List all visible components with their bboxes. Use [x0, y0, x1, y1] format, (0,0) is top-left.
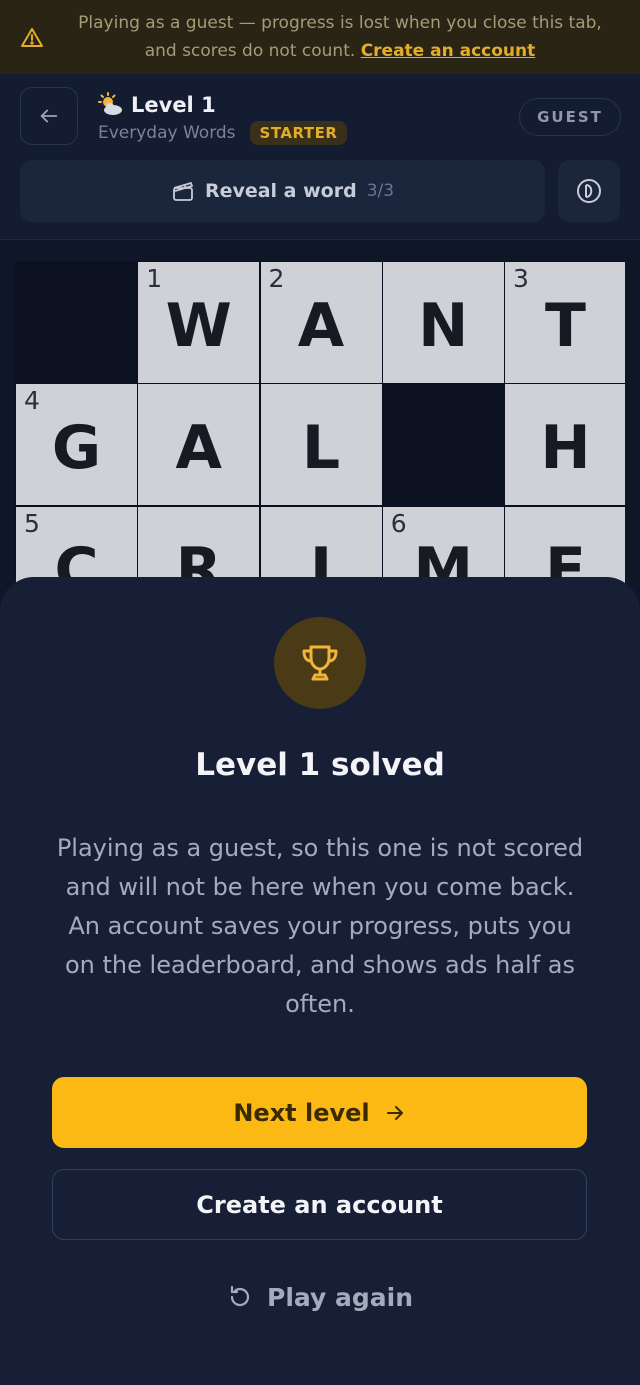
warning-icon	[21, 28, 43, 47]
back-button[interactable]	[20, 87, 78, 145]
cell-letter: N	[418, 290, 469, 361]
grid-cell[interactable]: 1W	[138, 262, 260, 383]
reveal-word-count: 3/3	[366, 181, 395, 201]
trophy-badge	[274, 617, 366, 709]
create-account-button[interactable]: Create an account	[52, 1169, 587, 1240]
next-level-button[interactable]: Next level	[52, 1077, 587, 1148]
guest-banner: Playing as a guest — progress is lost wh…	[0, 0, 640, 74]
grid-cell[interactable]: 3T	[505, 262, 625, 383]
grid-cell[interactable]: 2A	[260, 262, 382, 383]
solved-message: Playing as a guest, so this one is not s…	[56, 834, 584, 1018]
grid-cell[interactable]: N	[382, 262, 504, 383]
grid-cell[interactable]: L	[260, 384, 382, 506]
grid-cell[interactable]: H	[505, 384, 625, 506]
play-again-label: Play again	[267, 1282, 413, 1312]
reveal-word-label: Reveal a word	[204, 180, 357, 202]
banner-create-account-link[interactable]: Create an account	[361, 41, 536, 61]
cell-letter: L	[301, 412, 341, 483]
cell-letter: T	[545, 290, 586, 361]
difficulty-badge: STARTER	[249, 121, 348, 145]
sun-cloud-icon	[98, 92, 122, 115]
cell-letter: A	[297, 290, 345, 361]
cell-letter: W	[165, 290, 232, 361]
level-title-row: Level 1	[98, 92, 216, 118]
arrow-left-icon	[40, 109, 58, 123]
category-label: Everyday Words	[98, 123, 236, 143]
grid-cell-black	[382, 384, 504, 506]
level-solved-sheet: Level 1 solved Playing as a guest, so th…	[0, 577, 640, 1385]
arrow-right-icon	[386, 1105, 403, 1120]
cell-letter: H	[540, 412, 591, 483]
trophy-icon	[302, 645, 338, 681]
level-title: Level 1	[131, 93, 216, 117]
cell-letter: A	[175, 412, 222, 483]
coin-icon	[577, 179, 601, 203]
reveal-word-button[interactable]: Reveal a word 3/3	[20, 160, 545, 222]
cell-letter: G	[51, 412, 102, 483]
play-again-button[interactable]: Play again	[0, 1277, 640, 1317]
replay-icon	[230, 1285, 250, 1307]
grid-cell[interactable]: A	[138, 384, 260, 506]
game-header: Level 1 Everyday Words STARTER GUEST Rev…	[0, 74, 640, 240]
level-subtitle-row: Everyday Words STARTER	[98, 121, 348, 145]
solved-title: Level 1 solved	[195, 747, 445, 783]
grid-cell[interactable]: 4G	[16, 384, 137, 506]
clapperboard-icon	[173, 182, 193, 201]
coin-button[interactable]	[558, 160, 620, 222]
guest-pill[interactable]: GUEST	[519, 98, 621, 136]
next-level-label: Next level	[233, 1098, 370, 1127]
grid-cell-black	[16, 262, 137, 383]
